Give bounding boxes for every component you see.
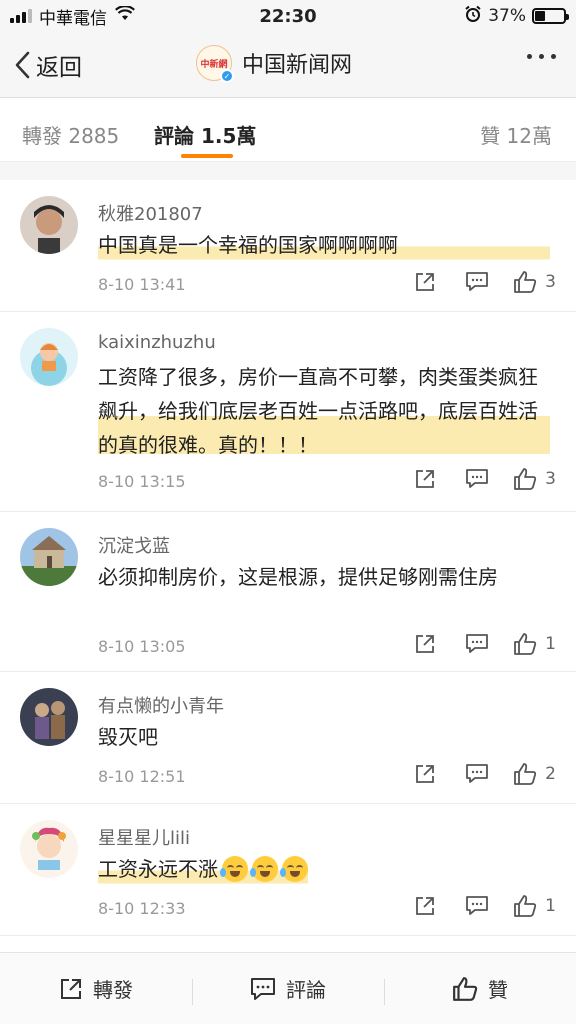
crying-laughing-emoji-icon [220,856,248,882]
like-count: 3 [545,469,556,489]
comment-text: 中国真是一个幸福的国家啊啊啊啊 [98,228,550,262]
comment-icon[interactable] [451,633,503,655]
battery-icon [532,8,569,24]
avatar[interactable] [20,328,78,386]
comment-text: 必须抑制房价，这是根源，提供足够刚需住房 [98,565,498,589]
repost-label: 轉發 [93,978,133,1002]
status-bar: 中華電信 22:30 37% [0,0,576,32]
crying-laughing-emoji-icon [280,856,308,882]
tab-comments[interactable]: 評論 1.5萬 [154,120,256,149]
like-button[interactable]: 1 [513,894,556,918]
comment-username[interactable]: 沉淀戈蓝 [98,532,170,558]
section-gap [0,162,576,180]
back-label: 返回 [36,54,82,81]
thumbs-up-icon [514,763,537,785]
like-button[interactable]: 1 [513,632,556,656]
comment-button[interactable]: 評論 [192,974,384,1003]
verified-icon: ✓ [220,69,234,83]
comment-username[interactable]: 星星星儿lili [98,824,190,850]
comment-icon[interactable] [451,271,503,293]
share-icon[interactable] [399,271,451,293]
avatar[interactable] [20,196,78,254]
like-count: 3 [545,272,556,292]
nav-bar: 返回 中新網 ✓ 中国新闻网 [0,32,576,98]
comment-actions: 1 [399,632,556,656]
avatar[interactable] [20,820,78,878]
like-count: 1 [545,896,556,916]
avatar[interactable] [20,528,78,586]
comment-list: 秋雅201807 中国真是一个幸福的国家啊啊啊啊 8-10 13:41 3 ka… [0,180,576,936]
chevron-left-icon [15,51,30,78]
thumbs-up-icon [514,633,537,655]
comment-username[interactable]: kaixinzhuzhu [98,332,216,353]
tab-bar: 轉發 2885 評論 1.5萬 贊 12萬 [0,98,576,162]
account-header[interactable]: 中新網 ✓ 中国新闻网 [196,45,353,83]
carrier-name: 中華電信 [39,8,107,29]
comment-timestamp: 8-10 13:41 [98,275,186,294]
signal-icon [10,9,32,23]
share-icon[interactable] [399,633,451,655]
comment-text: 毁灭吧 [98,725,158,749]
comment-icon[interactable] [451,763,503,785]
comment-item: 有点懒的小青年 毁灭吧 8-10 12:51 2 [0,672,576,804]
comment-timestamp: 8-10 12:51 [98,767,186,786]
comment-actions: 2 [399,762,556,786]
like-button[interactable]: 3 [513,467,556,491]
comment-text: 工资降了很多，房价一直高不可攀，肉类蛋类疯狂飙升，给我们底层老百姓一点活路吧，底… [98,360,550,462]
avatar[interactable] [20,688,78,746]
active-tab-indicator [181,154,233,158]
like-count: 2 [545,764,556,784]
comment-text: 工资永远不涨 [98,857,218,881]
share-icon [61,978,81,999]
comment-item: kaixinzhuzhu 工资降了很多，房价一直高不可攀，肉类蛋类疯狂飙升，给我… [0,312,576,512]
comment-icon[interactable] [451,895,503,917]
logo-text: 中新網 [200,59,228,70]
bottom-action-bar: 轉發 評論 贊 [0,952,576,1024]
share-icon[interactable] [399,763,451,785]
like-count: 1 [545,634,556,654]
comment-actions: 3 [399,270,556,294]
comment-label: 評論 [286,978,326,1002]
tab-repost[interactable]: 轉發 2885 [22,120,119,149]
comment-timestamp: 8-10 13:15 [98,472,186,491]
comment-username[interactable]: 秋雅201807 [98,200,203,226]
comment-item: 秋雅201807 中国真是一个幸福的国家啊啊啊啊 8-10 13:41 3 [0,180,576,312]
comment-item: 星星星儿lili 工资永远不涨 8-10 12:33 1 [0,804,576,936]
back-button[interactable]: 返回 [14,48,82,82]
share-icon[interactable] [399,468,451,490]
wifi-icon [115,5,135,26]
share-icon[interactable] [399,895,451,917]
tab-likes[interactable]: 贊 12萬 [480,120,552,149]
comment-icon [251,977,275,1000]
account-avatar: 中新網 ✓ [196,45,234,83]
comment-icon[interactable] [451,468,503,490]
like-label: 贊 [488,978,508,1002]
comment-username[interactable]: 有点懒的小青年 [98,692,224,718]
comment-actions: 1 [399,894,556,918]
thumbs-up-icon [453,976,478,1001]
more-options-icon[interactable] [527,54,556,59]
battery-percent: 37% [488,6,526,26]
like-button[interactable]: 2 [513,762,556,786]
page-title: 中国新闻网 [242,53,353,78]
comment-timestamp: 8-10 12:33 [98,899,186,918]
thumbs-up-icon [514,468,537,490]
crying-laughing-emoji-icon [250,856,278,882]
comment-timestamp: 8-10 13:05 [98,637,186,656]
thumbs-up-icon [514,895,537,917]
repost-button[interactable]: 轉發 [0,974,192,1003]
alarm-icon [464,5,482,28]
like-button[interactable]: 3 [513,270,556,294]
thumbs-up-icon [514,271,537,293]
comment-item: 沉淀戈蓝 必须抑制房价，这是根源，提供足够刚需住房 8-10 13:05 1 [0,512,576,672]
comment-actions: 3 [399,467,556,491]
like-button[interactable]: 贊 [384,974,576,1003]
comment-text-row: 工资永远不涨 [98,852,308,886]
